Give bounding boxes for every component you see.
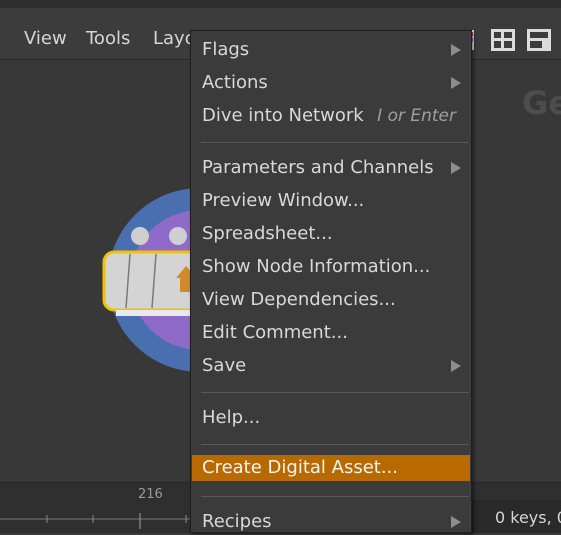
submenu-arrow-icon <box>451 44 461 56</box>
menu-item-label: Help... <box>202 407 261 428</box>
view-layout-icon[interactable] <box>526 28 552 52</box>
menu-view[interactable]: View <box>24 28 67 50</box>
menu-item-label: Dive into Network <box>202 105 364 126</box>
menu-item-flags[interactable]: Flags <box>192 37 470 63</box>
menu-separator <box>201 496 469 497</box>
menu-item-label: Parameters and Channels <box>202 157 434 178</box>
menu-item-show-node-information[interactable]: Show Node Information... <box>192 254 470 280</box>
menu-item-label: Actions <box>202 72 268 93</box>
menu-item-create-digital-asset[interactable]: Create Digital Asset... <box>192 455 470 481</box>
menu-separator <box>201 444 469 445</box>
menu-item-label: Save <box>202 355 247 376</box>
submenu-arrow-icon <box>451 516 461 528</box>
menu-item-view-dependencies[interactable]: View Dependencies... <box>192 287 470 313</box>
menu-item-parameters-and-channels[interactable]: Parameters and Channels <box>192 155 470 181</box>
menu-item-label: Spreadsheet... <box>202 223 333 244</box>
menu-item-label: Recipes <box>202 511 272 532</box>
menu-item-save[interactable]: Save <box>192 353 470 379</box>
menu-item-edit-comment[interactable]: Edit Comment... <box>192 320 470 346</box>
menu-item-label: Show Node Information... <box>202 256 431 277</box>
menu-item-recipes[interactable]: Recipes <box>192 509 470 535</box>
menu-item-label: Flags <box>202 39 250 60</box>
menu-item-preview-window[interactable]: Preview Window... <box>192 188 470 214</box>
keys-status-text: 0 keys, 0/ <box>495 508 561 527</box>
menu-item-help[interactable]: Help... <box>192 405 470 431</box>
menu-item-shortcut: I or Enter <box>377 106 456 126</box>
pane-layout-icon[interactable] <box>490 28 516 52</box>
title-strip <box>0 0 561 8</box>
menu-item-actions[interactable]: Actions <box>192 70 470 96</box>
menu-item-label: Edit Comment... <box>202 322 348 343</box>
menu-separator <box>201 142 469 143</box>
menu-item-label: Create Digital Asset... <box>202 457 398 478</box>
menu-item-dive-into-network[interactable]: Dive into Network I or Enter <box>192 103 470 129</box>
submenu-arrow-icon <box>451 360 461 372</box>
frame-label: 216 <box>138 487 163 502</box>
timeline-ruler[interactable] <box>0 513 200 533</box>
network-context-title: Ge <box>522 84 561 122</box>
submenu-arrow-icon <box>451 77 461 89</box>
menu-tools[interactable]: Tools <box>86 28 130 50</box>
node-context-menu: Flags Actions Dive into Network I or Ent… <box>190 30 472 533</box>
menu-item-label: Preview Window... <box>202 190 365 211</box>
submenu-arrow-icon <box>451 162 461 174</box>
menu-item-label: View Dependencies... <box>202 289 396 310</box>
menu-separator <box>201 392 469 393</box>
menu-item-spreadsheet[interactable]: Spreadsheet... <box>192 221 470 247</box>
keys-status-box: 0 keys, 0/ <box>472 500 561 533</box>
